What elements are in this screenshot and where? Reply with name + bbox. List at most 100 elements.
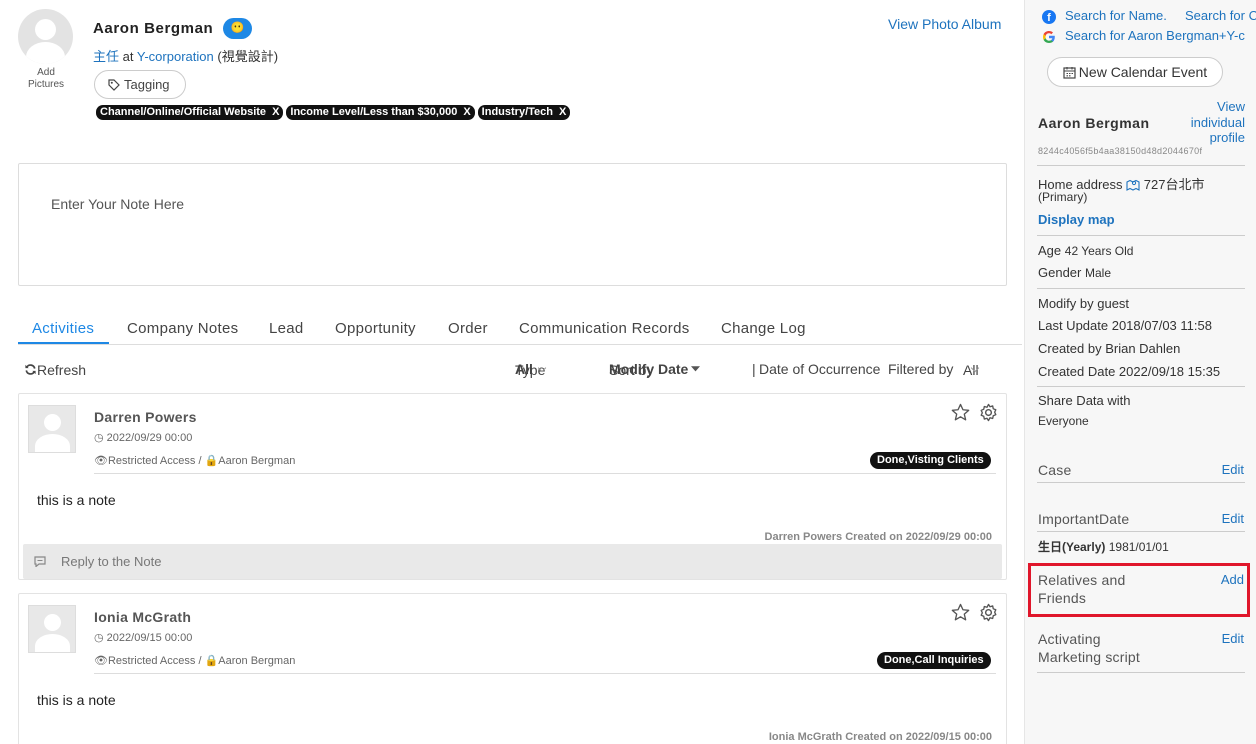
important-date-section-title: ImportantDate bbox=[1038, 511, 1130, 527]
map-icon[interactable] bbox=[1126, 178, 1140, 191]
birthday-label: 生日(Yearly) bbox=[1038, 540, 1106, 554]
lock-icon: 🔒 bbox=[204, 455, 219, 467]
tab-communication-records[interactable]: Communication Records bbox=[519, 320, 690, 337]
tab-company-notes[interactable]: Company Notes bbox=[127, 320, 238, 337]
company-link[interactable]: Y-corporation bbox=[137, 49, 214, 64]
last-update: Last Update 2018/07/03 11:58 bbox=[1038, 318, 1212, 333]
relatives-title-line: Relatives and bbox=[1038, 572, 1126, 588]
date-of-occurrence-sort[interactable]: Date of Occurrence bbox=[759, 361, 880, 377]
tab-order[interactable]: Order bbox=[448, 320, 488, 337]
activity-date: ◷ 2022/09/29 00:00 bbox=[94, 431, 192, 444]
star-icon[interactable] bbox=[951, 403, 970, 422]
caret-down-icon bbox=[691, 366, 701, 372]
search-company-link[interactable]: Search for C bbox=[1185, 8, 1256, 23]
divider bbox=[1037, 531, 1245, 532]
activity-date-text: 2022/09/15 00:00 bbox=[106, 632, 193, 644]
remove-tag-button[interactable]: X bbox=[272, 106, 279, 118]
new-calendar-event-button[interactable]: New Calendar Event bbox=[1047, 57, 1223, 87]
created-date: Created Date 2022/09/18 15:35 bbox=[1038, 364, 1221, 379]
gear-icon[interactable] bbox=[979, 603, 998, 622]
access-label: Restricted Access / bbox=[107, 455, 202, 467]
share-data-value: Everyone bbox=[1038, 414, 1089, 428]
add-pictures-label: Pictures bbox=[27, 79, 65, 90]
reply-to-note-button[interactable]: Reply to the Note bbox=[23, 544, 1002, 579]
activity-author[interactable]: Darren Powers bbox=[94, 409, 197, 425]
activity-access: 👁Restricted Access / 🔒Aaron Bergman bbox=[94, 454, 295, 467]
activity-body: this is a note bbox=[37, 692, 116, 708]
activity-author[interactable]: Ionia McGrath bbox=[94, 609, 191, 625]
tagging-label: Tagging bbox=[124, 77, 170, 92]
status-badge: Done,Call Inquiries bbox=[877, 652, 991, 669]
note-input[interactable]: Enter Your Note Here bbox=[18, 163, 1007, 286]
important-date-edit-link[interactable]: Edit bbox=[1222, 511, 1244, 526]
address-primary-label: (Primary) bbox=[1038, 190, 1088, 204]
note-placeholder: Enter Your Note Here bbox=[51, 196, 185, 212]
refresh-button[interactable]: Refresh bbox=[24, 361, 86, 378]
age-label: Age bbox=[1038, 243, 1062, 258]
case-section-title: Case bbox=[1038, 462, 1072, 478]
divider bbox=[1037, 165, 1245, 166]
view-individual-profile-link[interactable]: View individual profile bbox=[1175, 99, 1245, 146]
divider bbox=[1037, 482, 1245, 483]
calendar-icon bbox=[1063, 67, 1076, 79]
refresh-label: Refresh bbox=[37, 362, 87, 378]
contact-name: Aaron Bergman bbox=[93, 20, 214, 37]
star-icon[interactable] bbox=[951, 603, 970, 622]
job-title-link[interactable]: 主任 bbox=[93, 49, 119, 64]
relatives-add-link[interactable]: Add bbox=[1221, 572, 1244, 587]
add-pictures-label: Add bbox=[37, 67, 55, 78]
created-by: Created by Brian Dahlen bbox=[1038, 341, 1181, 356]
add-pictures-button[interactable]: Add Pictures bbox=[18, 67, 74, 91]
author-avatar bbox=[28, 405, 76, 453]
refresh-icon bbox=[25, 364, 36, 375]
tagging-button[interactable]: Tagging bbox=[94, 70, 186, 99]
avatar[interactable] bbox=[18, 9, 73, 64]
tab-opportunity[interactable]: Opportunity bbox=[335, 320, 416, 337]
marketing-script-edit-link[interactable]: Edit bbox=[1222, 631, 1244, 646]
gender-label: Gender bbox=[1038, 265, 1082, 280]
main-panel: Add Pictures Aaron Bergman 😶 主任 at Y-cor… bbox=[0, 0, 1024, 744]
job-title-line: 主任 at Y-corporation (視覺設計) bbox=[93, 46, 278, 65]
filtered-by-dropdown[interactable]: All bbox=[963, 361, 980, 378]
case-edit-link[interactable]: Edit bbox=[1222, 462, 1244, 477]
divider bbox=[94, 673, 996, 674]
tab-change-log[interactable]: Change Log bbox=[721, 320, 806, 337]
reply-label: Reply to the Note bbox=[61, 554, 162, 569]
activity-card: Ionia McGrath ◷ 2022/09/15 00:00 👁Restri… bbox=[18, 593, 1007, 744]
tab-activities[interactable]: Activities bbox=[32, 320, 94, 337]
display-map-link[interactable]: Display map bbox=[1038, 212, 1115, 227]
remove-tag-button[interactable]: X bbox=[463, 106, 470, 118]
age-row: Age 42 Years Old bbox=[1038, 243, 1133, 258]
tag-chip: Industry/Tech X bbox=[477, 105, 571, 120]
google-icon bbox=[1043, 31, 1055, 43]
emoji-badge[interactable]: 😶 bbox=[223, 18, 252, 39]
activity-access: 👁Restricted Access / 🔒Aaron Bergman bbox=[94, 654, 295, 667]
search-facebook-name-link[interactable]: Search for Name. bbox=[1065, 8, 1167, 23]
activity-created-by: Ionia McGrath Created on 2022/09/15 00:0… bbox=[768, 731, 992, 743]
view-photo-album-link[interactable]: View Photo Album bbox=[888, 16, 1001, 32]
sort-by-dropdown[interactable]: Sort by Modify Date bbox=[609, 361, 701, 378]
marketing-script-section-title: Activating Marketing script bbox=[1038, 630, 1140, 666]
author-avatar bbox=[28, 605, 76, 653]
owner-label: Aaron Bergman bbox=[218, 655, 296, 667]
sidebar-contact-name: Aaron Bergman bbox=[1038, 115, 1150, 131]
clock-icon: ◷ bbox=[94, 432, 104, 444]
access-label: Restricted Access / bbox=[107, 655, 202, 667]
type-filter-dropdown[interactable]: Type All bbox=[515, 361, 547, 378]
search-google-link[interactable]: Search for Aaron Bergman+Y-c bbox=[1065, 28, 1245, 43]
tag-icon bbox=[108, 79, 120, 91]
gear-icon[interactable] bbox=[979, 403, 998, 422]
tag-list: Channel/Online/Official Website X Income … bbox=[96, 105, 571, 120]
owner-label: Aaron Bergman bbox=[218, 455, 296, 467]
tab-lead[interactable]: Lead bbox=[269, 320, 304, 337]
tag-chip: Income Level/Less than $30,000 X bbox=[286, 105, 475, 120]
remove-tag-button[interactable]: X bbox=[559, 106, 566, 118]
tab-bar: Activities Company Notes Lead Opportunit… bbox=[18, 310, 1022, 345]
gender-row: Gender Male bbox=[1038, 265, 1111, 280]
tag-label: Income Level/Less than $30,000 bbox=[290, 106, 458, 118]
divider bbox=[1037, 672, 1245, 673]
relatives-section-title: Relatives and Friends bbox=[1038, 571, 1125, 607]
home-address-value: 727台北市 bbox=[1143, 177, 1205, 192]
marketing-title-line: Marketing script bbox=[1038, 649, 1141, 665]
at-label: at bbox=[122, 49, 134, 64]
